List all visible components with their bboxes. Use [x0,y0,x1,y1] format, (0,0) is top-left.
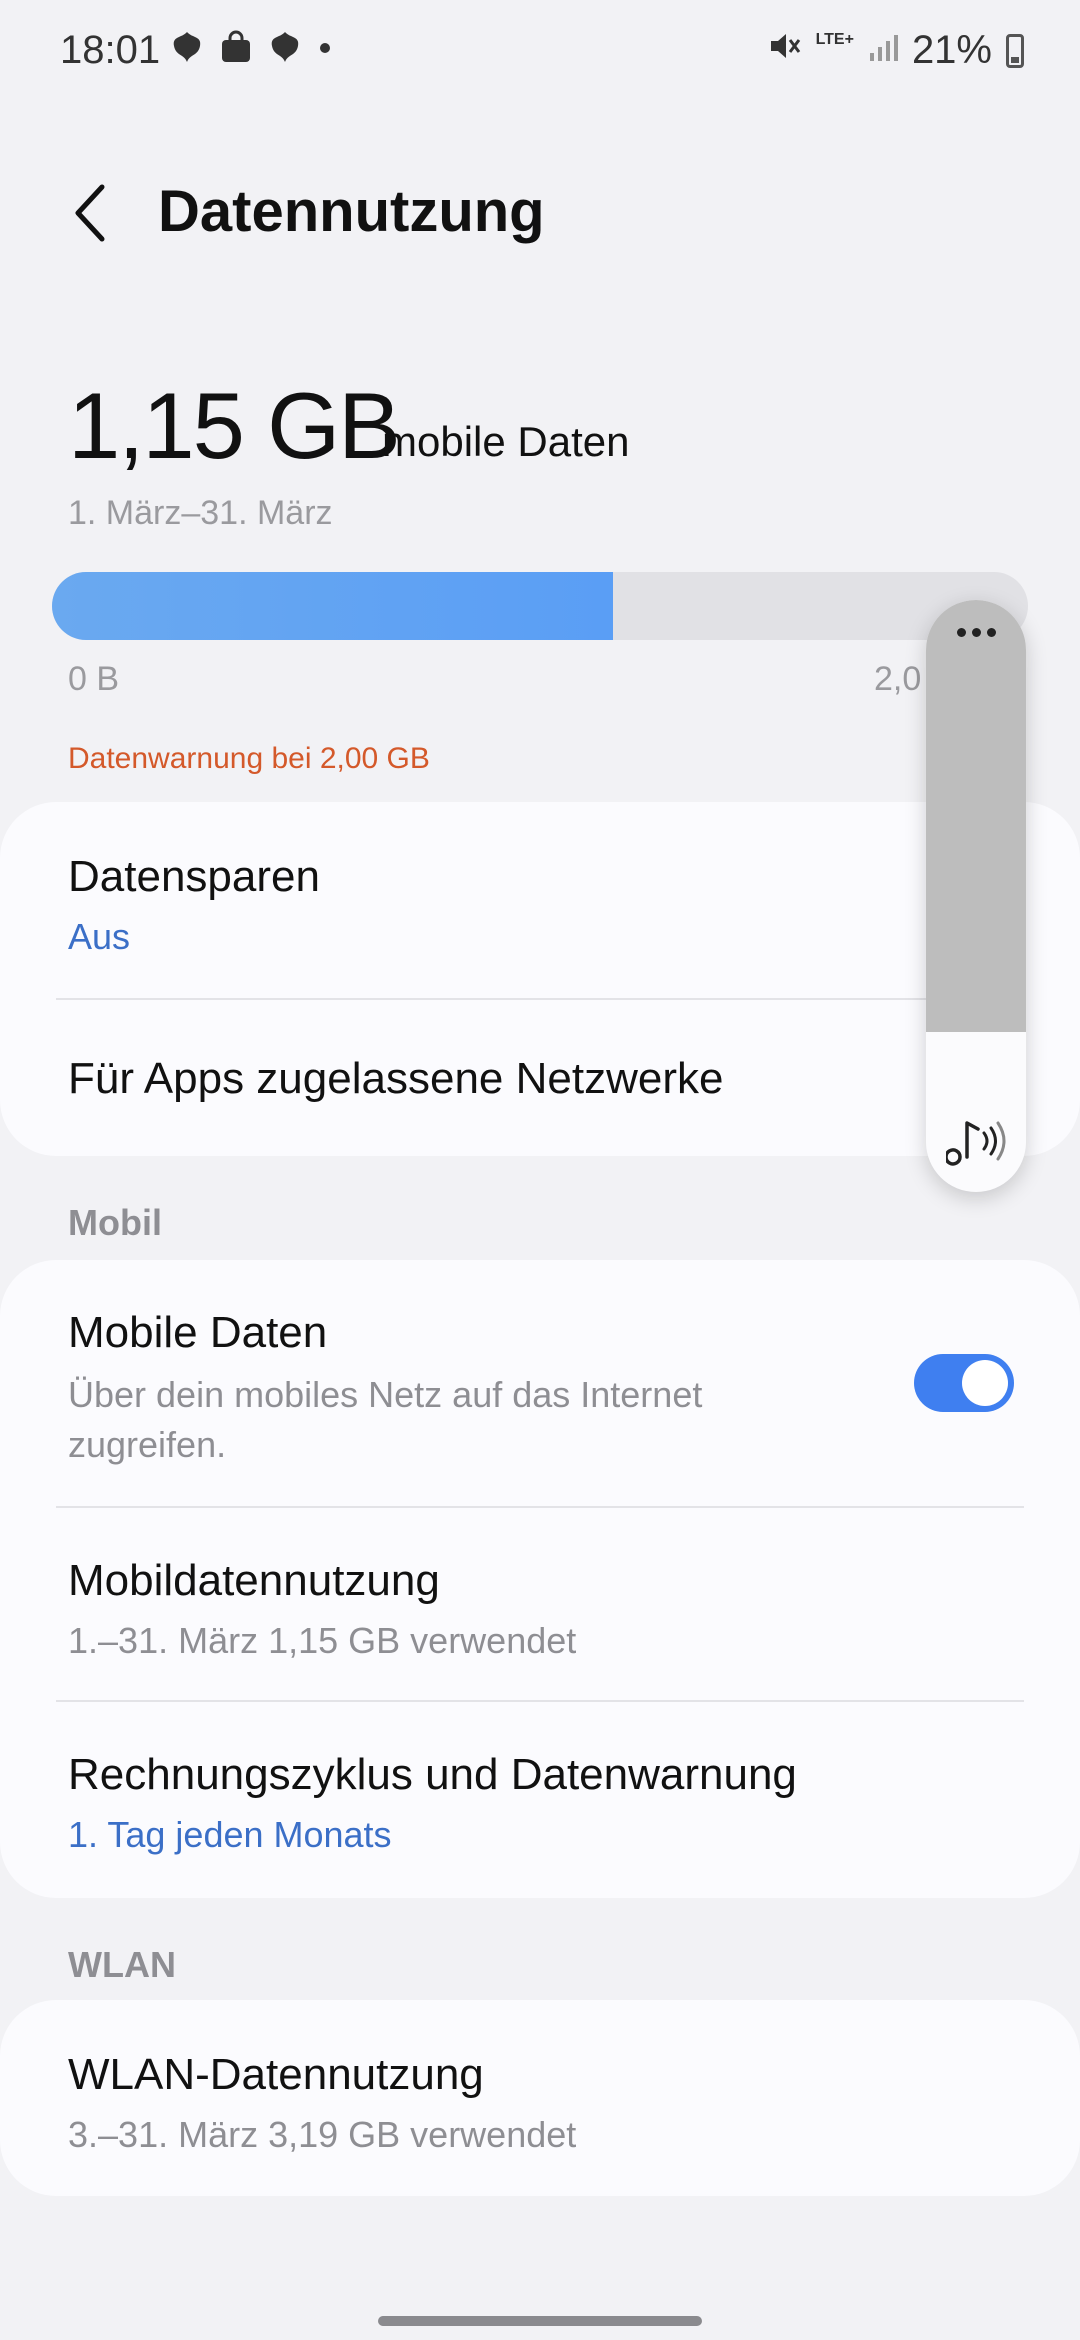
data-saver-value: Aus [68,916,131,957]
section-header-mobile: Mobil [68,1202,162,1243]
usage-amount: 1,15 GB [68,373,401,478]
navigation-handle[interactable] [378,2316,702,2326]
status-right: LTE+ 21% [768,28,1024,73]
mobile-data-toggle[interactable] [914,1354,1014,1412]
dot-icon [318,30,332,69]
billing-cycle-title: Rechnungszyklus und Datenwarnung [68,1750,797,1799]
usage-label: mobile Daten [382,418,630,465]
billing-cycle-value: 1. Tag jeden Monats [68,1814,392,1855]
back-arrow-icon [70,183,110,248]
leaf-icon [168,30,206,69]
mobile-usage-subtitle: 1.–31. März 1,15 GB verwendet [68,1620,577,1661]
mute-icon [768,28,802,73]
mobile-data-title: Mobile Daten [68,1308,328,1357]
volume-panel[interactable] [926,600,1026,1192]
page-title: Datennutzung [158,179,545,244]
leaf-icon [266,30,304,69]
volume-slider-track[interactable] [926,600,1026,1033]
usage-period: 1. März–31. März [68,494,333,532]
toggle-knob [962,1360,1008,1406]
data-warning-text: Datenwarnung bei 2,00 GB [68,742,430,775]
battery-text: 21% [911,28,992,72]
mobile-data-subtitle-1: Über dein mobiles Netz auf das Internet [68,1374,703,1415]
notification-icons [168,30,332,69]
mobile-data-subtitle-2: zugreifen. [68,1424,227,1465]
usage-progress-bar [52,572,1028,640]
battery-icon [1006,33,1024,68]
wlan-usage-title: WLAN-Datennutzung [68,2050,484,2099]
allowed-networks-title: Für Apps zugelassene Netzwerke [68,1054,724,1103]
section-header-wlan: WLAN [68,1944,176,1985]
back-button[interactable] [60,180,120,250]
music-note-icon[interactable] [944,1113,1008,1174]
signal-icon [868,28,898,73]
more-options-icon[interactable] [926,628,1026,637]
lte-icon: LTE+ [815,31,854,48]
mobile-usage-title: Mobildatennutzung [68,1556,440,1605]
status-time: 18:01 [60,28,161,72]
usage-bar-min: 0 B [68,660,120,698]
usage-progress-fill [52,572,614,640]
wlan-usage-subtitle: 3.–31. März 3,19 GB verwendet [68,2114,577,2155]
usage-bar-max: 2,0 [874,660,922,698]
data-saver-title: Datensparen [68,852,320,901]
billing-cycle-row[interactable] [0,1702,1080,1898]
shopping-bag-icon [220,30,252,69]
